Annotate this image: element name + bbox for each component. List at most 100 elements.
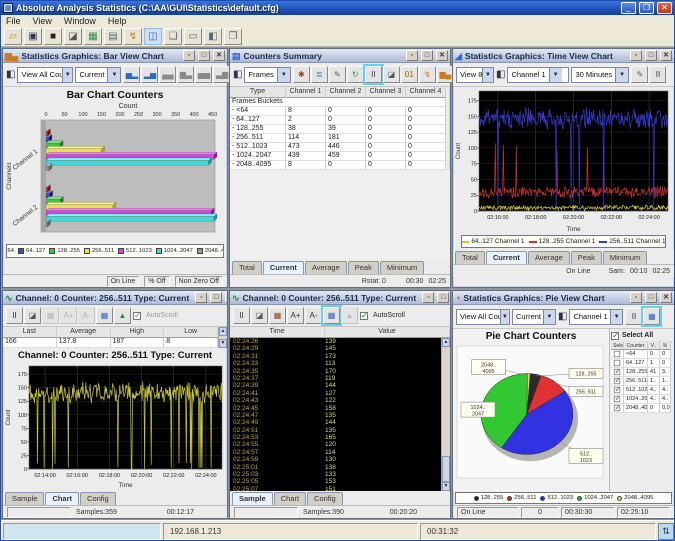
stop-icon[interactable]: ■ [44, 28, 62, 45]
clipboard-icon[interactable]: ▤ [104, 28, 122, 45]
grid-icon[interactable]: ▦ [269, 307, 286, 324]
menu-help[interactable]: Help [108, 16, 127, 26]
erase-icon[interactable]: ◪ [24, 307, 41, 324]
chart-bar-flat-icon[interactable]: ▅▅ [195, 66, 212, 83]
tab-total[interactable]: Total [455, 251, 485, 264]
erase-icon[interactable]: ◪ [251, 307, 268, 324]
lightning-icon[interactable]: ↯ [419, 66, 436, 83]
binary-icon[interactable]: 01 [401, 66, 418, 83]
chart-bar-stacked-icon[interactable]: ▂▅ [141, 66, 158, 83]
sample-row[interactable]: 02:24:59130 [230, 456, 441, 463]
tab-sample[interactable]: Sample [232, 492, 273, 505]
sample-row[interactable]: 02:25:01138 [230, 464, 441, 471]
chevron-down-icon[interactable]: ▼ [549, 68, 562, 82]
arrange-icons-icon[interactable]: ▭ [184, 28, 202, 45]
chevron-down-icon[interactable]: ▼ [500, 310, 509, 324]
pause-icon[interactable]: II [649, 66, 666, 83]
table-row[interactable]: - 2048..40958000 [230, 161, 450, 170]
split-view-icon[interactable]: ◧ [204, 28, 222, 45]
erase-icon[interactable]: ◪ [64, 28, 82, 45]
sample-row[interactable]: 02:24:43122 [230, 397, 441, 404]
tab-total[interactable]: Total [232, 261, 262, 274]
sample-row[interactable]: 02:24:37119 [230, 375, 441, 382]
chevron-down-icon[interactable]: ▼ [610, 310, 623, 324]
tab-sample[interactable]: Sample [5, 492, 44, 505]
sample-row[interactable]: 02:24:49144 [230, 419, 441, 426]
sample-row[interactable]: 02:24:55120 [230, 441, 441, 448]
minimize-icon[interactable]: ▫ [406, 50, 418, 61]
menu-file[interactable]: File [6, 16, 21, 26]
close-icon[interactable]: ✕ [660, 292, 672, 303]
configure-icon[interactable]: ✱ [293, 66, 310, 83]
cchart-window-titlebar[interactable]: ∿ Channel: 0 Counter: 256..511 Type: Cur… [3, 291, 227, 305]
sample-row[interactable]: 02:24:47135 [230, 412, 441, 419]
time-channel-combo[interactable]: Channel 1▼ [507, 67, 569, 83]
list-icon[interactable]: ≣ [311, 66, 328, 83]
pause-icon[interactable]: II [625, 308, 642, 325]
chart-view-icon[interactable]: ▲ [114, 307, 131, 324]
save-icon[interactable]: ▣ [24, 28, 42, 45]
row-checkbox[interactable] [614, 369, 620, 375]
menu-view[interactable]: View [33, 16, 52, 26]
sample-row[interactable]: 02:24:45158 [230, 405, 441, 412]
tab-average[interactable]: Average [528, 251, 570, 264]
font-up-icon[interactable]: A+ [60, 307, 77, 324]
table-view-icon[interactable]: ▦ [323, 307, 340, 324]
bar-view-combo[interactable]: View All Cou...▼ [17, 67, 73, 83]
restore-button[interactable]: ❐ [639, 2, 654, 14]
sample-row[interactable]: 02:24:35170 [230, 368, 441, 375]
tab-config[interactable]: Config [307, 492, 343, 505]
row-checkbox[interactable] [614, 360, 620, 366]
table-toggle-icon[interactable]: ▦ [643, 308, 660, 325]
pie-channel-combo[interactable]: Channel 1▼ [569, 309, 623, 325]
grid-icon[interactable]: ▦ [42, 307, 59, 324]
table-row[interactable]: - 256..51111418100 [230, 134, 450, 143]
chevron-down-icon[interactable]: ▼ [107, 68, 120, 82]
scroll-up-icon[interactable]: ▲ [219, 327, 227, 336]
minimize-button[interactable]: _ [621, 2, 636, 14]
tab-minimum[interactable]: Minimum [380, 261, 424, 274]
samples-scrollbar[interactable]: ▲ ▼ [441, 338, 450, 491]
minimize-icon[interactable]: ▫ [183, 50, 195, 61]
table-view-icon[interactable]: ▦ [96, 307, 113, 324]
lightning-icon[interactable]: ↯ [124, 28, 142, 45]
chevron-down-icon[interactable]: ▼ [615, 68, 628, 82]
tab-minimum[interactable]: Minimum [603, 251, 647, 264]
pie-window-titlebar[interactable]: ◔ Statistics Graphics: Pie View Chart ▫□… [453, 291, 674, 305]
minimize-icon[interactable]: ▫ [630, 292, 642, 303]
close-button[interactable]: ✕ [657, 2, 672, 14]
sample-row[interactable]: 02:24:31173 [230, 353, 441, 360]
close-icon[interactable]: ✕ [213, 50, 225, 61]
bar-type-combo[interactable]: Current▼ [75, 67, 121, 83]
autoscroll-checkbox[interactable] [133, 312, 141, 320]
tab-chart[interactable]: Chart [45, 492, 79, 505]
sample-row[interactable]: 02:24:53165 [230, 434, 441, 441]
pie-view-combo[interactable]: View All Coun...▼ [456, 309, 510, 325]
bar-window-titlebar[interactable]: ▆▄ Statistics Graphics: Bar View Chart ▫… [3, 49, 227, 63]
pie-table-row[interactable]: 128..255413. [611, 368, 673, 377]
time-range-combo[interactable]: 30 Minutes▼ [571, 67, 629, 83]
summary-window-titlebar[interactable]: ▤ Counters Summary ▫□✕ [230, 49, 450, 63]
tab-average[interactable]: Average [305, 261, 347, 274]
tab-config[interactable]: Config [80, 492, 116, 505]
chevron-down-icon[interactable]: ▼ [62, 68, 72, 82]
minimize-icon[interactable]: ▫ [195, 292, 207, 303]
close-icon[interactable]: ✕ [225, 292, 227, 303]
maximize-icon[interactable]: □ [210, 292, 222, 303]
summary-frames-combo[interactable]: Frames▼ [244, 67, 290, 83]
table-row[interactable]: - 1024..204743945900 [230, 152, 450, 161]
minimize-icon[interactable]: ▫ [422, 292, 434, 303]
app-titlebar[interactable]: ▦ Absolute Analysis Statistics (C:\AA\GU… [1, 1, 674, 15]
tab-chart[interactable]: Chart [274, 492, 306, 505]
pie-table-row[interactable]: <6400 [611, 350, 673, 359]
cascade-windows-icon[interactable]: ❏ [164, 28, 182, 45]
maximize-icon[interactable]: □ [421, 50, 433, 61]
row-checkbox[interactable] [614, 396, 620, 402]
pie-table-row[interactable]: 2048..40..00.0 [611, 404, 673, 413]
chart-bar-horiz-icon[interactable]: ▄▄ [159, 66, 176, 83]
autoscroll-checkbox[interactable] [360, 312, 368, 320]
pause-icon[interactable]: II [6, 307, 23, 324]
pie-table-row[interactable]: 64..12710 [611, 359, 673, 368]
pie-type-combo[interactable]: Current▼ [512, 309, 556, 325]
sample-row[interactable]: 02:24:26139 [230, 338, 441, 345]
